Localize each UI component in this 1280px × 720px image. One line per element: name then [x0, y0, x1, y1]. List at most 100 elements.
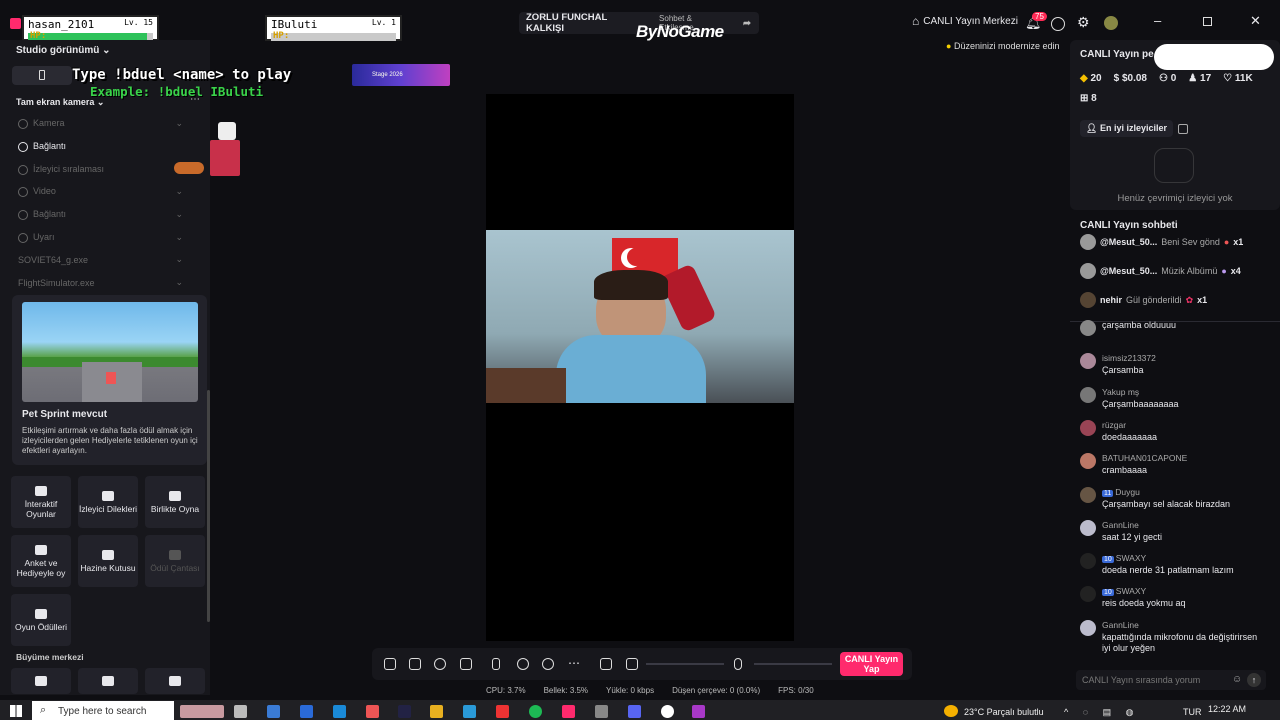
go-live-button[interactable]: CANLI Yayın Yap — [840, 652, 903, 676]
source-label: Bağlantı — [33, 209, 67, 220]
tile-game-rewards[interactable]: Oyun Ödülleri — [11, 594, 71, 646]
settings-gear-icon[interactable]: ⚙︎ — [1077, 14, 1090, 31]
news-widget-icon[interactable] — [180, 705, 224, 718]
speaker-volume-slider[interactable] — [646, 663, 724, 665]
growth-tile-1[interactable] — [11, 668, 71, 694]
discord-icon[interactable] — [628, 705, 641, 718]
avatar[interactable] — [1104, 16, 1118, 30]
avatar — [1080, 520, 1096, 536]
app-icon[interactable] — [398, 705, 411, 718]
source-link[interactable]: Bağlantı — [18, 141, 183, 152]
copilot-icon[interactable] — [267, 705, 280, 718]
add-source-icon[interactable] — [460, 658, 472, 670]
tile-play-together[interactable]: Birlikte Oyna — [145, 476, 205, 528]
hp-label: HP: — [273, 31, 290, 41]
clock[interactable]: 12:22 AM — [1208, 704, 1246, 714]
growth-center-heading: Büyüme merkezi — [16, 652, 84, 662]
tile-label: İnteraktif Oyunlar — [24, 498, 58, 519]
tile-interactive-games[interactable]: İnteraktif Oyunlar — [11, 476, 71, 528]
language-indicator[interactable]: TUR — [1183, 707, 1202, 717]
source-viewer-ranking[interactable]: İzleyici sıralaması — [18, 164, 183, 175]
growth-tile-3[interactable] — [145, 668, 205, 694]
minimize-icon[interactable]: – — [1154, 13, 1161, 28]
app-icon[interactable] — [595, 705, 608, 718]
phone-icon[interactable] — [492, 658, 500, 670]
scan-icon[interactable] — [542, 658, 554, 670]
live-center-link[interactable]: ⌂ CANLI Yayın Merkezi — [912, 14, 1018, 28]
avatar — [1080, 320, 1096, 336]
diamond-icon: ◆ — [1080, 73, 1088, 84]
edge-icon[interactable] — [463, 705, 476, 718]
player-level: Lv. 15 — [124, 18, 153, 27]
source-soviet64[interactable]: SOVIET64_g.exe ⌄ — [18, 254, 183, 265]
send-arrow-icon[interactable]: ↑ — [1247, 673, 1261, 687]
taskbar-search-input[interactable]: Type here to search — [32, 701, 174, 720]
top-viewers-label: En iyi izleyiciler — [1099, 123, 1167, 133]
left-panel-scrollbar[interactable] — [207, 390, 210, 622]
treasure-chest-icon — [102, 549, 114, 560]
tile-treasure-box[interactable]: Hazine Kutusu — [78, 535, 138, 587]
avatar — [1080, 553, 1096, 569]
gift-action: Gül gönderildi — [1126, 295, 1182, 305]
growth-tile-2[interactable] — [78, 668, 138, 694]
ai-icon[interactable] — [434, 658, 446, 670]
scene-label: Tam ekran kamera — [16, 97, 95, 107]
list-icon[interactable] — [1178, 124, 1188, 134]
money-value: $0.08 — [1121, 73, 1147, 84]
spotify-icon[interactable] — [529, 705, 542, 718]
chrome-icon[interactable] — [661, 705, 674, 718]
gamepad-icon — [35, 485, 47, 496]
maximize-icon[interactable] — [1203, 17, 1212, 26]
modernize-notice[interactable]: ● Düzeninizi modernize edin — [946, 41, 1060, 51]
top-viewers-tab[interactable]: 👤︎ En iyi izleyiciler — [1080, 120, 1173, 137]
microphone-icon[interactable] — [734, 658, 742, 670]
tray-icons[interactable]: ^ ◌ ▤ ◍ — [1064, 707, 1139, 718]
tiktok-icon[interactable] — [562, 705, 575, 718]
chat-title: CANLI Yayın sohbeti — [1080, 220, 1178, 231]
emoji-icon[interactable]: ☺ — [1232, 674, 1242, 685]
viewers-stat: ♟ 17 — [1188, 73, 1211, 84]
studio-view-dropdown[interactable]: Studio görünümü ⌄ — [16, 45, 111, 56]
layers-icon[interactable] — [409, 658, 421, 670]
chat-user: SWAXY — [1115, 586, 1147, 596]
more-options-icon[interactable]: ⋯ — [568, 656, 580, 670]
help-icon[interactable] — [1051, 17, 1065, 31]
chat-user: rüzgar — [1102, 420, 1127, 430]
player-card-1: hasan_2101 Lv. 15 HP: — [22, 15, 159, 41]
share-icon[interactable]: ➦ — [743, 18, 751, 29]
edge-icon[interactable] — [333, 705, 346, 718]
tile-poll[interactable]: Anket ve Hediyeyle oy — [11, 535, 71, 587]
app-icon[interactable] — [692, 705, 705, 718]
phone-layout-toggle[interactable] — [12, 66, 72, 85]
store-icon[interactable] — [300, 705, 313, 718]
mic-volume-slider[interactable] — [754, 663, 832, 665]
promo-card[interactable]: Pet Sprint mevcut Etkileşimi artırmak ve… — [12, 295, 207, 465]
app-icon[interactable] — [496, 705, 509, 718]
task-view-icon[interactable] — [234, 705, 247, 718]
gifts-stat: ⊞ 8 — [1080, 93, 1097, 104]
source-flightsim[interactable]: FlightSimulator.exe ⌄ — [18, 277, 183, 288]
source-link-2[interactable]: Bağlantı ⌄ — [18, 209, 183, 220]
folder-icon[interactable] — [430, 705, 443, 718]
weather-text[interactable]: 23°C Parçalı bulutlu — [964, 707, 1044, 717]
globe-icon — [18, 209, 28, 220]
tile-viewer-wishes[interactable]: İzleyici Dilekleri — [78, 476, 138, 528]
windows-start-icon[interactable] — [10, 705, 22, 717]
speaker-icon[interactable] — [626, 658, 638, 670]
level-badge: 10 — [1102, 589, 1114, 596]
source-alert[interactable]: Uyarı ⌄ — [18, 232, 183, 243]
chat-user: SWAXY — [1115, 553, 1147, 563]
app-icon[interactable] — [366, 705, 379, 718]
bag-icon — [169, 549, 181, 560]
adjust-icon[interactable] — [600, 658, 612, 670]
tile-reward-bag: Ödül Çantası — [145, 535, 205, 587]
source-label: Kamera — [33, 118, 65, 129]
source-video[interactable]: Video ⌄ — [18, 186, 183, 197]
people-icon: ⚇ — [1158, 73, 1168, 84]
magic-wand-icon[interactable] — [384, 658, 396, 670]
record-icon[interactable] — [517, 658, 529, 670]
avatar — [1080, 387, 1096, 403]
close-icon[interactable]: ✕ — [1250, 13, 1261, 29]
source-camera[interactable]: Kamera ⌄ — [18, 118, 183, 129]
avatar — [1080, 420, 1096, 436]
